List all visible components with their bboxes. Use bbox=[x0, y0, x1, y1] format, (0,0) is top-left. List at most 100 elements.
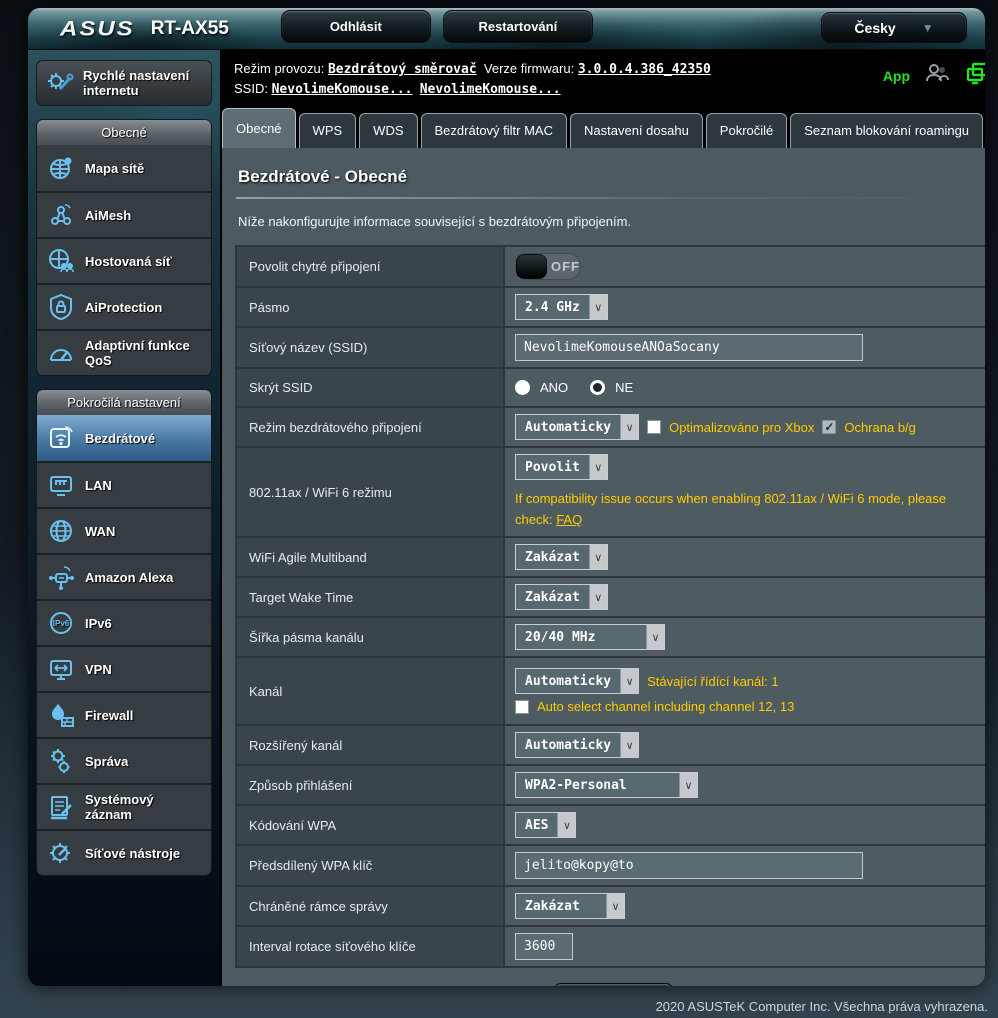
bandwidth-select[interactable]: 20/40 MHz ∨ bbox=[515, 624, 665, 650]
sidebar-item-guest-network[interactable]: Hostovaná síť bbox=[37, 237, 211, 283]
field-label: Target Wake Time bbox=[237, 578, 505, 616]
wpa-encryption-select[interactable]: AES ∨ bbox=[515, 812, 576, 838]
logout-button[interactable]: Odhlásit bbox=[281, 10, 431, 43]
tab-wds[interactable]: WDS bbox=[359, 113, 417, 148]
sidebar-group-general: Obecné Mapa sítě bbox=[36, 119, 212, 376]
sidebar-item-label: Firewall bbox=[85, 708, 133, 723]
operation-mode-link[interactable]: Bezdrátový směrovač bbox=[328, 62, 477, 77]
sidebar-item-label: LAN bbox=[85, 478, 112, 493]
ax-mode-select[interactable]: Povolit ∨ bbox=[515, 454, 608, 480]
sidebar-item-aiprotection[interactable]: AiProtection bbox=[37, 283, 211, 329]
sidebar-item-label: AiProtection bbox=[85, 300, 162, 315]
firmware-version-link[interactable]: 3.0.0.4.386_42350 bbox=[578, 62, 711, 77]
key-rotation-input[interactable] bbox=[515, 933, 573, 960]
sidebar-item-label: Adaptivní funkce QoS bbox=[85, 338, 202, 368]
app-link[interactable]: App bbox=[883, 68, 910, 84]
apply-button[interactable]: Použít bbox=[553, 983, 674, 986]
auto-channel-1213-checkbox[interactable] bbox=[515, 700, 529, 714]
hide-ssid-no-radio[interactable] bbox=[590, 380, 605, 395]
sidebar-item-firewall[interactable]: Firewall bbox=[37, 691, 211, 737]
tab-wps[interactable]: WPS bbox=[299, 113, 357, 148]
extension-channel-select[interactable]: Automaticky ∨ bbox=[515, 732, 639, 758]
reboot-button[interactable]: Restartování bbox=[443, 10, 593, 43]
operation-mode-label: Režim provozu: bbox=[234, 61, 324, 76]
tab-professional[interactable]: Pokročilé bbox=[706, 113, 787, 148]
form-row: 802.11ax / WiFi 6 režimu Povolit ∨ If co… bbox=[237, 448, 985, 538]
chevron-down-icon: ▼ bbox=[922, 21, 934, 35]
form-row: Šířka pásma kanálu 20/40 MHz ∨ bbox=[237, 618, 985, 658]
form-row: Chráněné rámce správy Zakázat ∨ bbox=[237, 887, 985, 927]
radio-label: NE bbox=[615, 380, 633, 395]
sidebar-item-label: Mapa sítě bbox=[85, 161, 144, 176]
channel-select[interactable]: Automaticky ∨ bbox=[515, 668, 639, 694]
sidebar-item-system-log[interactable]: Systémový záznam bbox=[37, 783, 211, 829]
chevron-down-icon: ∨ bbox=[589, 585, 607, 609]
vpn-icon bbox=[46, 654, 76, 684]
faq-link[interactable]: FAQ bbox=[556, 512, 582, 527]
wifi-icon bbox=[46, 423, 76, 453]
chevron-down-icon: ∨ bbox=[606, 894, 624, 918]
sidebar-item-qos[interactable]: Adaptivní funkce QoS bbox=[37, 329, 211, 375]
router-admin-window: ASUS RT-AX55 Odhlásit Restartování Česky… bbox=[28, 8, 985, 986]
sidebar-item-quick-setup[interactable]: Rychlé nastavení internetu bbox=[36, 60, 212, 106]
tab-mac-filter[interactable]: Bezdrátový filtr MAC bbox=[421, 113, 567, 148]
ssid-input[interactable] bbox=[515, 334, 863, 361]
sidebar-item-vpn[interactable]: VPN bbox=[37, 645, 211, 691]
language-select[interactable]: Česky ▼ bbox=[821, 12, 967, 43]
tab-radius[interactable]: Nastavení dosahu bbox=[570, 113, 703, 148]
form-row: Interval rotace síťového klíče bbox=[237, 927, 985, 968]
field-label: Rozšířený kanál bbox=[237, 726, 505, 764]
sidebar-item-lan[interactable]: LAN bbox=[37, 461, 211, 507]
ssid-link-2[interactable]: NevolimeKomouse... bbox=[420, 82, 561, 97]
clients-icon[interactable] bbox=[924, 61, 950, 90]
ssid-link-1[interactable]: NevolimeKomouse... bbox=[272, 82, 413, 97]
sidebar-item-label: Správa bbox=[85, 754, 128, 769]
form-row: Povolit chytré připojení OFF bbox=[237, 247, 985, 288]
wireless-mode-select[interactable]: Automaticky ∨ bbox=[515, 414, 639, 440]
sidebar-item-wan[interactable]: WAN bbox=[37, 507, 211, 553]
auth-method-select[interactable]: WPA2-Personal ∨ bbox=[515, 772, 698, 798]
band-select[interactable]: 2.4 GHz ∨ bbox=[515, 294, 608, 320]
ipv6-icon: IPv6 bbox=[46, 608, 76, 638]
gears-icon bbox=[46, 746, 76, 776]
agile-multiband-select[interactable]: Zakázat ∨ bbox=[515, 544, 608, 570]
field-label: Šířka pásma kanálu bbox=[237, 618, 505, 656]
wpa-key-input[interactable] bbox=[515, 852, 863, 879]
svg-text:IPv6: IPv6 bbox=[53, 619, 70, 628]
language-label: Česky bbox=[854, 20, 895, 36]
sidebar-group-advanced: Pokročilá nastavení Bezdrátové bbox=[36, 389, 212, 876]
form-row: WiFi Agile Multiband Zakázat ∨ bbox=[237, 538, 985, 578]
client-list-icon[interactable] bbox=[964, 60, 985, 91]
bg-protection-checkbox[interactable] bbox=[822, 420, 836, 434]
form-row: Kanál Automaticky ∨ Stávající řídící kan… bbox=[237, 658, 985, 726]
hide-ssid-yes-radio[interactable] bbox=[515, 380, 530, 395]
aimesh-icon bbox=[46, 200, 76, 230]
sidebar-item-network-map[interactable]: Mapa sítě bbox=[37, 145, 211, 191]
tab-general[interactable]: Obecné bbox=[222, 108, 296, 148]
pmf-select[interactable]: Zakázat ∨ bbox=[515, 893, 625, 919]
sidebar-item-ipv6[interactable]: IPv6 IPv6 bbox=[37, 599, 211, 645]
sidebar-item-aimesh[interactable]: AiMesh bbox=[37, 191, 211, 237]
sidebar-item-network-tools[interactable]: Síťové nástroje bbox=[37, 829, 211, 875]
sidebar-item-label: Rychlé nastavení internetu bbox=[83, 68, 203, 98]
sidebar-item-label: WAN bbox=[85, 524, 115, 539]
xbox-optimized-checkbox[interactable] bbox=[647, 420, 661, 434]
sidebar-item-amazon-alexa[interactable]: Amazon Alexa bbox=[37, 553, 211, 599]
checkbox-label: Ochrana b/g bbox=[844, 420, 916, 435]
model-name: RT-AX55 bbox=[151, 18, 229, 40]
sidebar-item-label: Systémový záznam bbox=[85, 792, 202, 822]
chevron-down-icon: ∨ bbox=[620, 733, 638, 757]
form-row: Režim bezdrátového připojení Automaticky… bbox=[237, 408, 985, 448]
sidebar-item-administration[interactable]: Správa bbox=[37, 737, 211, 783]
chevron-down-icon: ∨ bbox=[620, 415, 638, 439]
chevron-down-icon: ∨ bbox=[646, 625, 664, 649]
smart-connect-toggle[interactable]: OFF bbox=[515, 253, 581, 280]
form-row: Rozšířený kanál Automaticky ∨ bbox=[237, 726, 985, 766]
tools-icon bbox=[46, 838, 76, 868]
sidebar-group-title: Obecné bbox=[37, 120, 211, 145]
tab-roaming-block[interactable]: Seznam blokování roamingu bbox=[790, 113, 983, 148]
twt-select[interactable]: Zakázat ∨ bbox=[515, 584, 608, 610]
field-label: Interval rotace síťového klíče bbox=[237, 927, 505, 966]
toggle-knob bbox=[516, 254, 547, 279]
sidebar-item-wireless[interactable]: Bezdrátové bbox=[37, 415, 211, 461]
